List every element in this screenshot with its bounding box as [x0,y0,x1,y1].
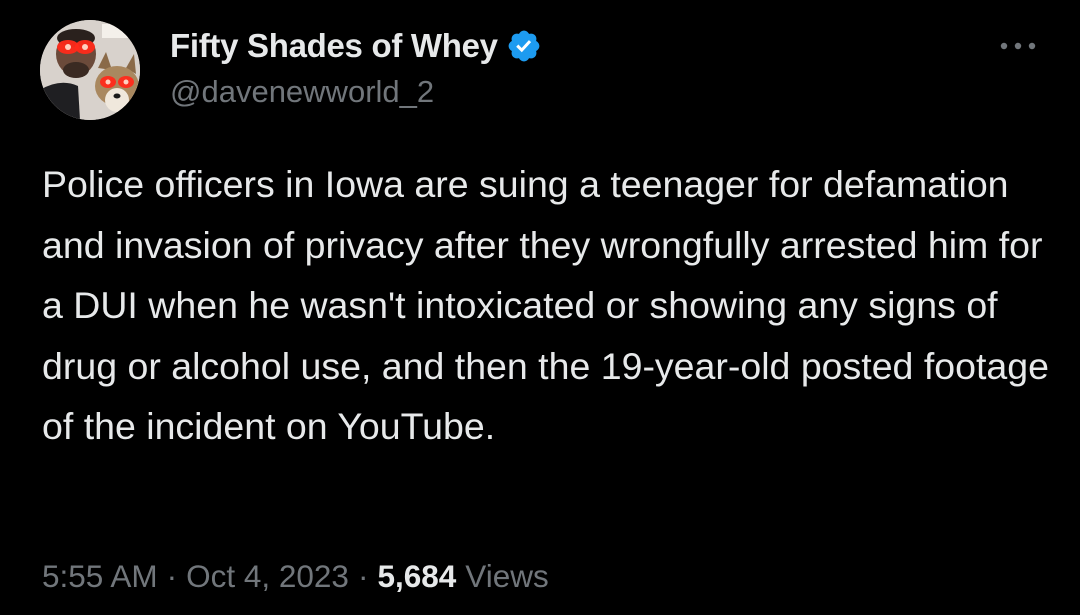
views-label: Views [465,558,549,594]
tweet-text: Police officers in Iowa are suing a teen… [42,163,1049,447]
display-name[interactable]: Fifty Shades of Whey [170,27,498,65]
views-count: 5,684 [377,558,457,594]
more-options-button[interactable] [996,28,1040,64]
avatar-image [40,20,140,120]
avatar[interactable] [40,20,140,120]
tweet-card: Fifty Shades of Whey @davenewworld_2 Pol… [0,0,1080,615]
more-horizontal-icon [1000,42,1036,50]
author-row: Fifty Shades of Whey [170,24,542,68]
meta-separator: · [357,558,369,594]
tweet-metadata: 5:55 AM · Oct 4, 2023 · 5,684 Views [42,558,549,595]
meta-separator: · [166,558,178,594]
verified-badge-icon[interactable] [506,28,542,64]
tweet-date[interactable]: Oct 4, 2023 [186,558,349,595]
author-handle[interactable]: @davenewworld_2 [170,74,434,110]
tweet-time[interactable]: 5:55 AM [42,558,158,595]
